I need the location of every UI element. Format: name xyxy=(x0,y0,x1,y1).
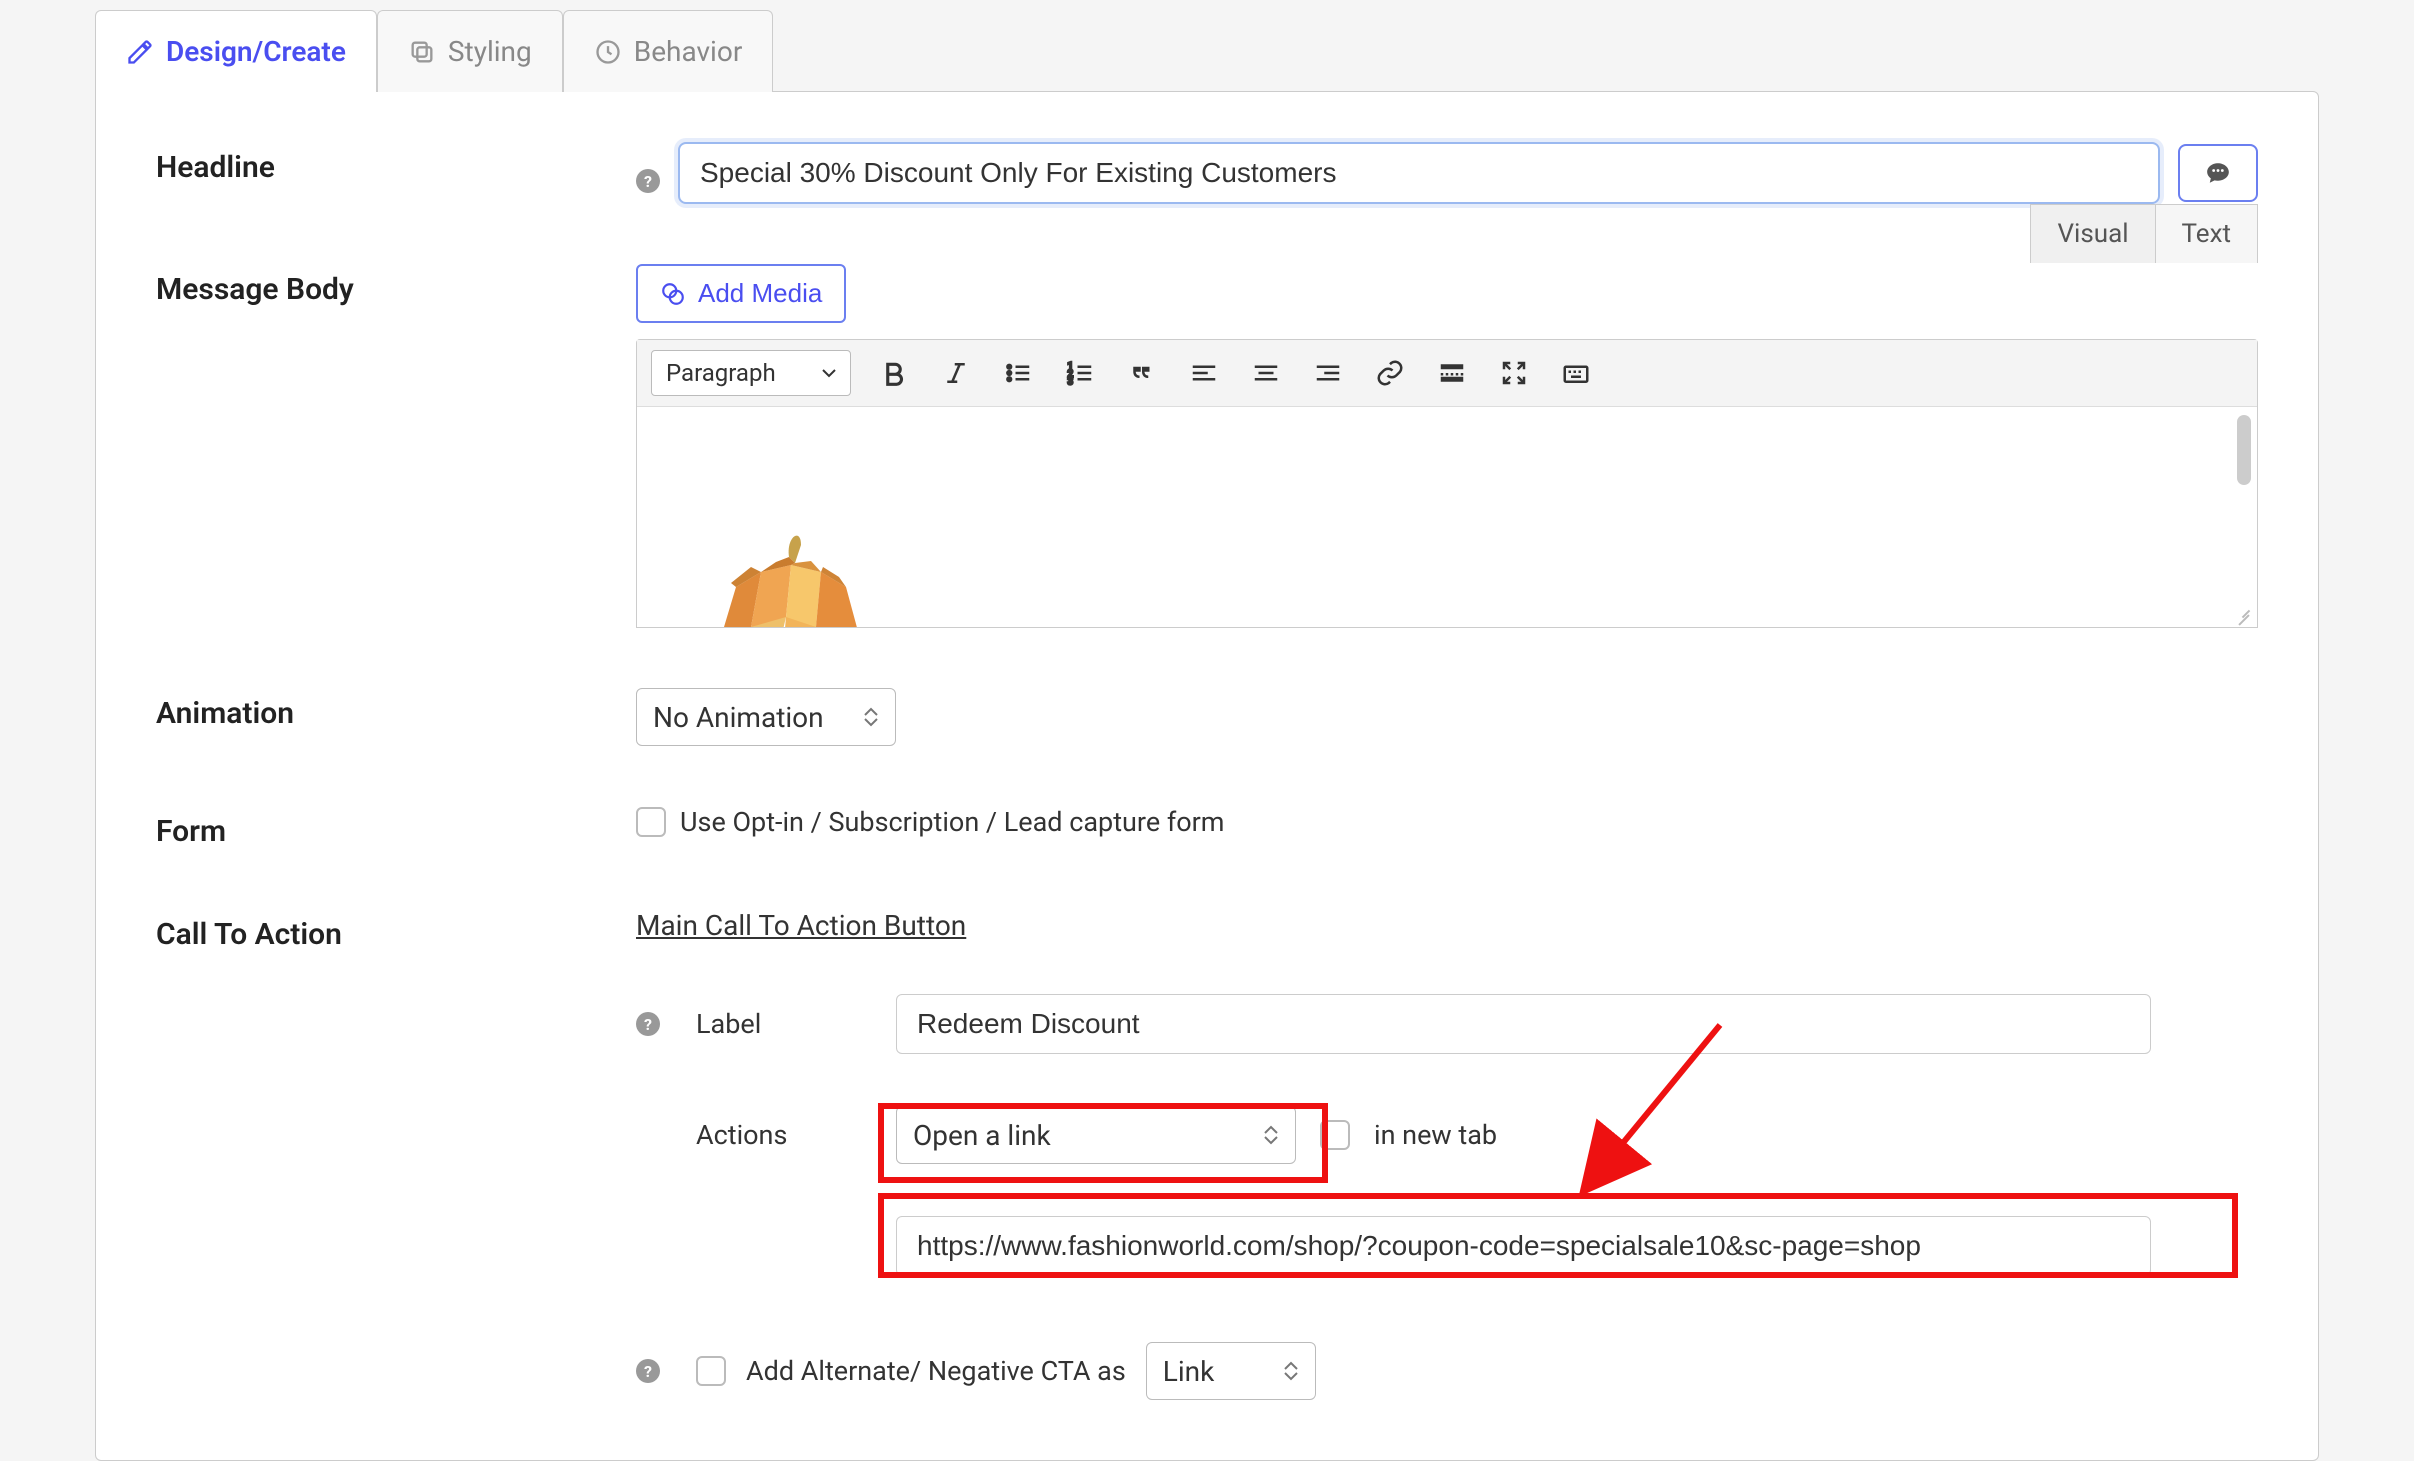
bold-button[interactable] xyxy=(875,354,913,392)
add-media-text: Add Media xyxy=(698,278,822,309)
editor-scrollbar[interactable] xyxy=(2237,415,2251,485)
italic-button[interactable] xyxy=(937,354,975,392)
headline-label: Headline xyxy=(156,142,606,185)
cta-label: Call To Action xyxy=(156,909,606,952)
pumpkin-image xyxy=(691,517,891,627)
animation-select[interactable]: No Animation xyxy=(636,688,896,746)
speech-bubble-icon xyxy=(2201,160,2235,186)
tab-design-create[interactable]: Design/Create xyxy=(95,10,377,92)
new-tab-checkbox[interactable] xyxy=(1320,1120,1350,1150)
copy-icon xyxy=(408,38,436,66)
chevron-updown-icon xyxy=(1283,1361,1299,1381)
alternate-cta-checkbox[interactable] xyxy=(696,1356,726,1386)
tab-design-label: Design/Create xyxy=(166,35,346,68)
editor-tab-text[interactable]: Text xyxy=(2156,204,2258,263)
keyboard-button[interactable] xyxy=(1557,354,1595,392)
fullscreen-button[interactable] xyxy=(1495,354,1533,392)
new-tab-text: in new tab xyxy=(1374,1119,1497,1151)
editor-mode-tabs: Visual Text xyxy=(2030,204,2258,263)
read-more-button[interactable] xyxy=(1433,354,1471,392)
chevron-updown-icon xyxy=(863,707,879,727)
help-icon[interactable]: ? xyxy=(636,169,660,193)
alternate-cta-text: Add Alternate/ Negative CTA as xyxy=(746,1355,1126,1387)
tab-behavior-label: Behavior xyxy=(634,35,743,68)
help-icon[interactable]: ? xyxy=(636,1012,660,1036)
editor-toolbar: Paragraph 123 xyxy=(637,340,2257,407)
editor-resize-handle[interactable] xyxy=(2233,603,2253,623)
main-cta-subtitle: Main Call To Action Button xyxy=(636,909,2258,942)
align-right-button[interactable] xyxy=(1309,354,1347,392)
align-center-button[interactable] xyxy=(1247,354,1285,392)
tab-styling-label: Styling xyxy=(448,35,532,68)
align-left-button[interactable] xyxy=(1185,354,1223,392)
cta-label-field-title: Label xyxy=(696,1008,896,1040)
media-icon xyxy=(660,281,686,307)
alternate-cta-type-select[interactable]: Link xyxy=(1146,1342,1316,1400)
use-optin-checkbox[interactable] xyxy=(636,807,666,837)
svg-text:3: 3 xyxy=(1068,376,1074,387)
link-button[interactable] xyxy=(1371,354,1409,392)
cta-url-input[interactable] xyxy=(896,1216,2151,1276)
clock-icon xyxy=(594,38,622,66)
form-label: Form xyxy=(156,806,606,849)
cta-actions-field-title: Actions xyxy=(696,1119,896,1151)
comment-button[interactable] xyxy=(2178,144,2258,202)
message-body-label: Message Body xyxy=(156,264,606,307)
headline-input[interactable] xyxy=(678,142,2160,204)
numbered-list-button[interactable]: 123 xyxy=(1061,354,1099,392)
edit-icon xyxy=(126,38,154,66)
bulleted-list-button[interactable] xyxy=(999,354,1037,392)
chevron-updown-icon xyxy=(1263,1125,1279,1145)
editor-canvas[interactable] xyxy=(637,407,2257,627)
cta-label-input[interactable] xyxy=(896,994,2151,1054)
editor-tab-visual[interactable]: Visual xyxy=(2030,204,2155,263)
caret-down-icon xyxy=(822,368,836,378)
rich-text-editor: Paragraph 123 xyxy=(636,339,2258,628)
paragraph-select[interactable]: Paragraph xyxy=(651,350,851,396)
panel-body: Headline ? Message Body xyxy=(95,91,2319,1461)
tab-behavior[interactable]: Behavior xyxy=(563,10,774,92)
animation-label: Animation xyxy=(156,688,606,731)
cta-action-select[interactable]: Open a link xyxy=(896,1106,1296,1164)
tab-styling[interactable]: Styling xyxy=(377,10,563,92)
blockquote-button[interactable] xyxy=(1123,354,1161,392)
add-media-button[interactable]: Add Media xyxy=(636,264,846,323)
tabs-bar: Design/Create Styling Behavior xyxy=(95,10,2319,92)
help-icon[interactable]: ? xyxy=(636,1359,660,1383)
use-optin-text: Use Opt-in / Subscription / Lead capture… xyxy=(680,806,1224,838)
